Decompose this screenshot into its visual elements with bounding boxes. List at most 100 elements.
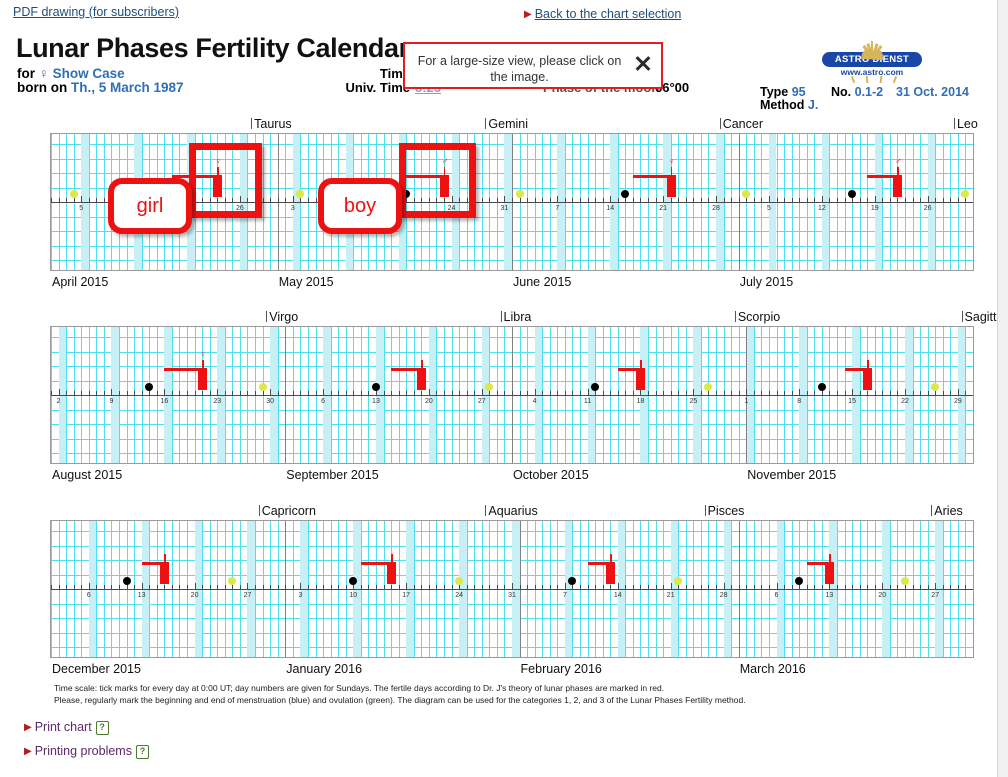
zodiac-tick-icon — [961, 311, 963, 322]
type-label: Type — [760, 85, 789, 99]
printing-problems-row[interactable]: ▶ Printing problems? — [24, 744, 149, 759]
astrodienst-logo[interactable]: ASTRO DIENST www.astro.com — [822, 32, 922, 84]
axis-tick — [746, 585, 748, 589]
axis-tick — [179, 391, 181, 395]
close-icon[interactable] — [632, 52, 654, 74]
axis-tick — [602, 585, 604, 589]
axis-tick — [436, 585, 438, 589]
axis-tick — [73, 585, 75, 589]
type-value: 95 — [791, 85, 806, 99]
axis-tick — [270, 198, 272, 202]
axis-tick — [194, 583, 196, 589]
axis-tick — [761, 391, 763, 395]
axis-tick — [957, 389, 959, 395]
axis-tick — [285, 391, 287, 395]
help-icon[interactable]: ? — [135, 745, 149, 759]
axis-tick — [51, 198, 52, 202]
subject-line: for ♀ Show Case — [17, 66, 125, 81]
axis-tick — [867, 585, 869, 589]
axis-tick — [935, 198, 937, 202]
axis-tick — [542, 391, 544, 395]
axis-tick — [610, 196, 612, 202]
axis-tick — [292, 391, 294, 395]
axis-tick — [663, 196, 665, 202]
day-number-label: 13 — [825, 592, 834, 599]
axis-tick — [587, 585, 589, 589]
axis-tick — [753, 585, 755, 589]
gender-symbol-icon: ♀ — [199, 349, 207, 359]
axis-tick — [58, 585, 60, 589]
universal-time-label: Univ. Time — [345, 80, 410, 95]
axis-tick — [761, 585, 763, 589]
axis-tick — [262, 391, 264, 395]
vertical-scrollbar[interactable] — [997, 0, 1008, 777]
axis-tick — [66, 585, 68, 589]
axis-tick — [753, 391, 755, 395]
zodiac-sign-name: Virgo — [269, 310, 299, 324]
print-chart-link[interactable]: Print chart — [35, 720, 92, 734]
axis-tick — [580, 391, 582, 395]
zodiac-sign-name: Pisces — [707, 504, 745, 518]
axis-tick — [119, 585, 121, 589]
axis-tick — [761, 198, 763, 202]
axis-tick — [716, 391, 718, 395]
new-moon-marker — [371, 383, 380, 391]
day-number-label: 2 — [56, 398, 61, 405]
full-moon-marker — [961, 190, 970, 198]
axis-tick — [580, 198, 582, 202]
pdf-drawing-link[interactable]: PDF drawing (for subscribers) — [13, 5, 179, 19]
print-chart-row[interactable]: ▶ Print chart? — [24, 720, 109, 735]
axis-tick — [96, 391, 98, 395]
axis-tick — [753, 198, 755, 202]
axis-tick — [353, 391, 355, 395]
axis-tick — [821, 391, 823, 395]
axis-tick — [489, 198, 491, 202]
axis-tick — [632, 391, 634, 395]
axis-tick — [670, 583, 672, 589]
axis-tick — [383, 585, 385, 589]
zodiac-sign-label: Libra — [500, 310, 531, 324]
axis-tick — [232, 585, 234, 589]
fertile-stem — [670, 167, 673, 176]
axis-tick — [768, 196, 770, 202]
axis-tick — [481, 389, 483, 395]
axis-tick — [716, 585, 718, 589]
page-root: PDF drawing (for subscribers) ▶ Back to t… — [0, 0, 1008, 777]
axis-tick — [406, 583, 408, 589]
day-number-label: 26 — [923, 205, 932, 212]
axis-tick — [391, 585, 393, 589]
axis-tick — [466, 585, 468, 589]
zodiac-sign-label: Aries — [931, 504, 963, 518]
axis-tick — [935, 391, 937, 395]
axis-tick — [852, 198, 854, 202]
axis-tick — [708, 198, 710, 202]
day-number-label: 9 — [109, 398, 114, 405]
axis-tick — [912, 585, 914, 589]
zodiac-tick-icon — [500, 311, 502, 322]
axis-tick — [784, 391, 786, 395]
zodiac-tick-icon — [485, 505, 487, 516]
fertile-block — [825, 562, 835, 584]
full-moon-marker — [900, 577, 909, 585]
axis-tick — [821, 196, 823, 202]
zodiac-sign-name: Aquarius — [488, 504, 538, 518]
back-to-chart-selection[interactable]: ▶ Back to the chart selection — [524, 5, 681, 23]
calendar-chart[interactable]: 2 9 16 23 30 6 13 20 27 4 11 18 25 1 8 15 22 29 ♀ — [50, 326, 974, 464]
printing-problems-link[interactable]: Printing problems — [35, 744, 132, 758]
axis-tick — [912, 198, 914, 202]
day-number-label: 10 — [349, 592, 358, 599]
help-icon[interactable]: ? — [95, 721, 109, 735]
day-number-label: 5 — [766, 205, 771, 212]
axis-tick — [194, 391, 196, 395]
axis-tick — [799, 198, 801, 202]
calendar-chart[interactable]: 6 13 20 27 3 10 17 24 31 7 14 21 28 6 13 20 27 — [50, 520, 974, 658]
axis-tick — [202, 585, 204, 589]
axis-tick — [632, 585, 634, 589]
axis-tick — [806, 198, 808, 202]
no-value: 0.1-2 — [854, 85, 884, 99]
axis-tick — [640, 198, 642, 202]
time-axis — [51, 395, 973, 396]
axis-tick — [368, 585, 370, 589]
back-link-text[interactable]: Back to the chart selection — [535, 7, 682, 21]
day-number-label: 17 — [402, 592, 411, 599]
